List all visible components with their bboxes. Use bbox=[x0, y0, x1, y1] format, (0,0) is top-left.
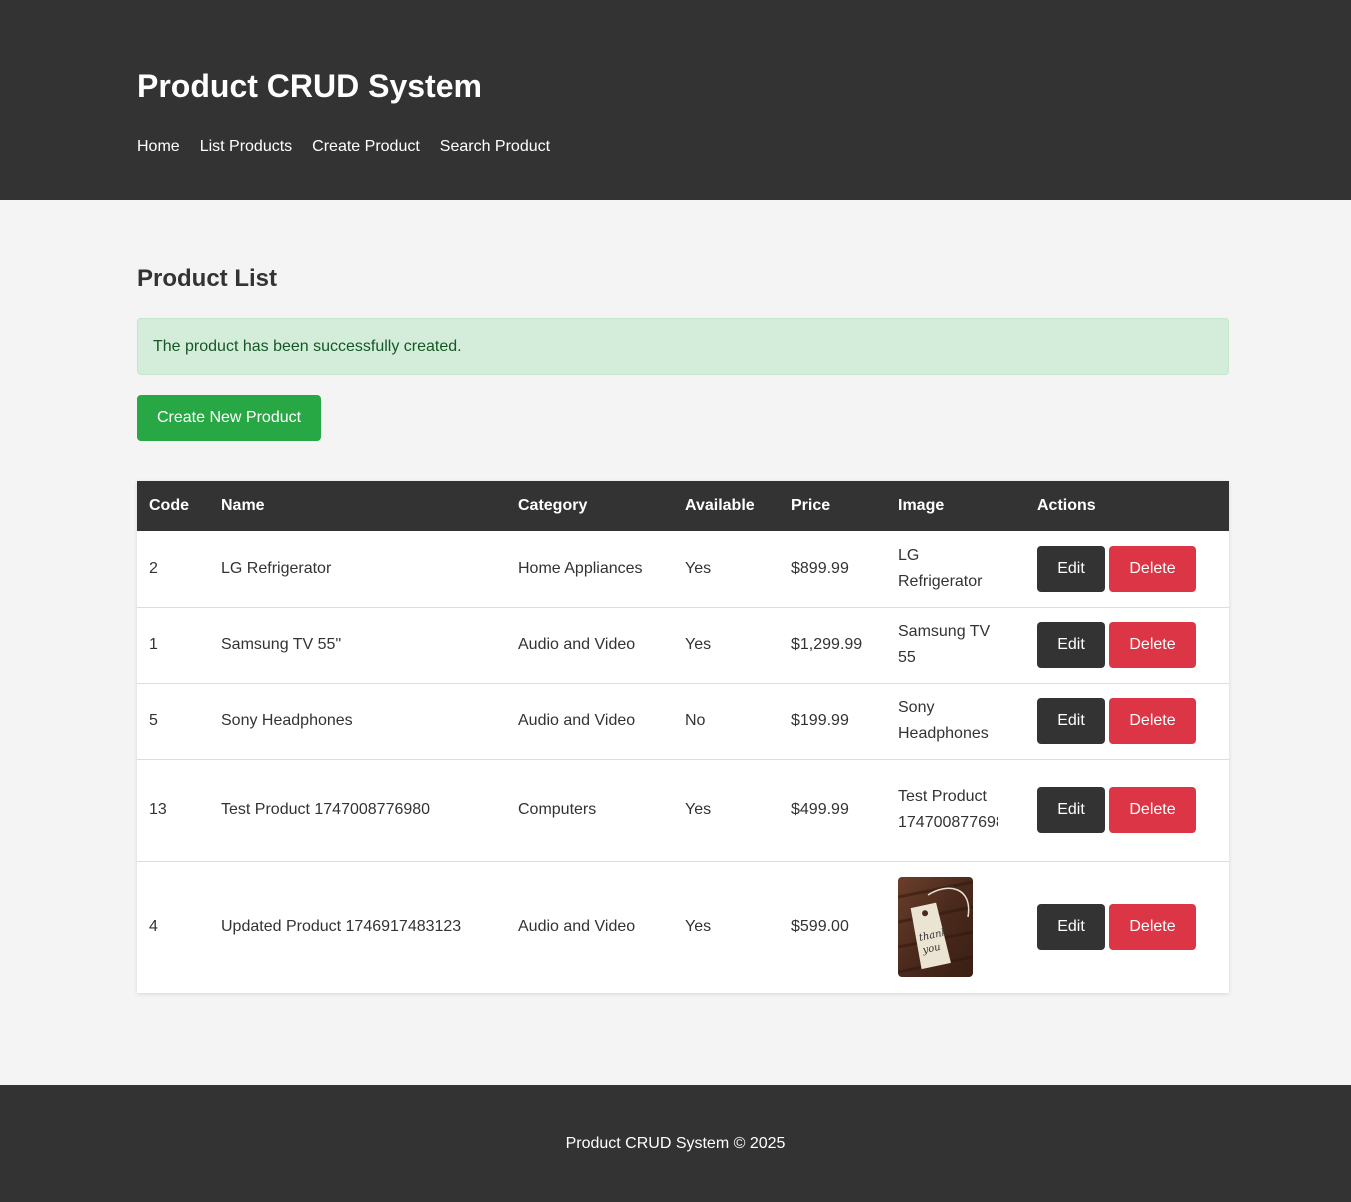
success-alert: The product has been successfully create… bbox=[137, 318, 1229, 375]
cell-available: Yes bbox=[673, 607, 779, 684]
cell-image: thank you bbox=[886, 861, 1025, 993]
cell-price: $899.99 bbox=[779, 531, 886, 608]
cell-image: Samsung TV 55 bbox=[886, 607, 1025, 684]
cell-image: Sony Headphones bbox=[886, 683, 1025, 760]
site-title: Product CRUD System bbox=[137, 68, 482, 104]
delete-button[interactable]: Delete bbox=[1109, 698, 1196, 744]
column-header-category: Category bbox=[518, 497, 588, 514]
cell-category: Audio and Video bbox=[518, 918, 636, 936]
column-header-actions: Actions bbox=[1037, 497, 1096, 514]
delete-button[interactable]: Delete bbox=[1109, 622, 1196, 668]
cell-actions: Edit Delete bbox=[1025, 531, 1229, 608]
cell-name: Updated Product 1746917483123 bbox=[221, 918, 462, 936]
cell-actions: Edit Delete bbox=[1025, 607, 1229, 684]
broken-image-alt: Test Product 1747008776980 bbox=[898, 788, 998, 831]
delete-button[interactable]: Delete bbox=[1109, 787, 1196, 833]
broken-image-alt: LG Refrigerator bbox=[898, 546, 983, 590]
cell-code: 4 bbox=[149, 918, 158, 936]
nav-search-product[interactable]: Search Product bbox=[440, 138, 550, 156]
delete-button[interactable]: Delete bbox=[1109, 904, 1196, 951]
broken-image-alt: Samsung TV 55 bbox=[898, 623, 991, 666]
cell-category: Computers bbox=[506, 759, 673, 862]
cell-code: 1 bbox=[137, 607, 209, 684]
cell-actions: Edit Delete bbox=[1025, 861, 1229, 993]
cell-available: Yes bbox=[673, 531, 779, 608]
site-footer: Product CRUD System © 2025 bbox=[0, 1085, 1351, 1202]
cell-actions: Edit Delete bbox=[1025, 759, 1229, 862]
cell-price: $1,299.99 bbox=[779, 607, 886, 684]
edit-button[interactable]: Edit bbox=[1037, 787, 1105, 833]
table-row: 5 Sony Headphones Audio and Video No $19… bbox=[137, 683, 1229, 760]
main-nav: Home List Products Create Product Search… bbox=[137, 138, 1214, 156]
edit-button[interactable]: Edit bbox=[1037, 622, 1105, 668]
column-header-image: Image bbox=[898, 497, 945, 514]
product-thumbnail: thank you bbox=[898, 877, 973, 978]
cell-price: $599.00 bbox=[791, 918, 849, 936]
footer-text: Product CRUD System © 2025 bbox=[565, 1135, 786, 1152]
product-table: Code Name Category Available Price Image… bbox=[137, 481, 1229, 993]
cell-name: Sony Headphones bbox=[209, 683, 506, 760]
column-header-price: Price bbox=[791, 497, 831, 514]
page-title: Product List bbox=[137, 265, 278, 292]
nav-home[interactable]: Home bbox=[137, 138, 180, 156]
cell-available: No bbox=[673, 683, 779, 760]
delete-button[interactable]: Delete bbox=[1109, 545, 1196, 592]
cell-available: Yes bbox=[673, 759, 779, 862]
main-content: Product List The product has been succes… bbox=[0, 200, 1351, 1085]
cell-price: $199.99 bbox=[779, 683, 886, 760]
cell-image: LG Refrigerator bbox=[886, 531, 1025, 608]
table-header-row: Code Name Category Available Price Image… bbox=[137, 481, 1229, 531]
table-row: 4 Updated Product 1746917483123 Audio an… bbox=[137, 861, 1229, 993]
table-row: 13 Test Product 1747008776980 Computers … bbox=[137, 759, 1229, 862]
cell-code: 13 bbox=[137, 759, 209, 862]
cell-code: 5 bbox=[137, 683, 209, 760]
site-header: Product CRUD System Home List Products C… bbox=[0, 0, 1351, 200]
cell-name: LG Refrigerator bbox=[209, 531, 506, 608]
cell-category: Home Appliances bbox=[506, 531, 673, 608]
column-header-name: Name bbox=[221, 497, 265, 514]
nav-create-product[interactable]: Create Product bbox=[312, 138, 420, 156]
broken-image-alt: Sony Headphones bbox=[898, 699, 989, 742]
cell-category: Audio and Video bbox=[506, 607, 673, 684]
column-header-available: Available bbox=[685, 497, 755, 514]
column-header-code: Code bbox=[149, 497, 189, 514]
table-row: 2 LG Refrigerator Home Appliances Yes $8… bbox=[137, 531, 1229, 608]
nav-list-products[interactable]: List Products bbox=[200, 138, 292, 156]
cell-image: Test Product 1747008776980 bbox=[886, 759, 1025, 862]
cell-price: $499.99 bbox=[779, 759, 886, 862]
cell-actions: Edit Delete bbox=[1025, 683, 1229, 760]
create-new-product-button[interactable]: Create New Product bbox=[137, 395, 322, 441]
table-row: 1 Samsung TV 55" Audio and Video Yes $1,… bbox=[137, 607, 1229, 684]
cell-category: Audio and Video bbox=[506, 683, 673, 760]
cell-name: Samsung TV 55" bbox=[209, 607, 506, 684]
edit-button[interactable]: Edit bbox=[1037, 904, 1105, 951]
edit-button[interactable]: Edit bbox=[1037, 545, 1105, 592]
cell-name: Test Product 1747008776980 bbox=[209, 759, 506, 862]
cell-available: Yes bbox=[685, 918, 712, 936]
cell-code: 2 bbox=[137, 531, 209, 608]
edit-button[interactable]: Edit bbox=[1037, 698, 1105, 744]
